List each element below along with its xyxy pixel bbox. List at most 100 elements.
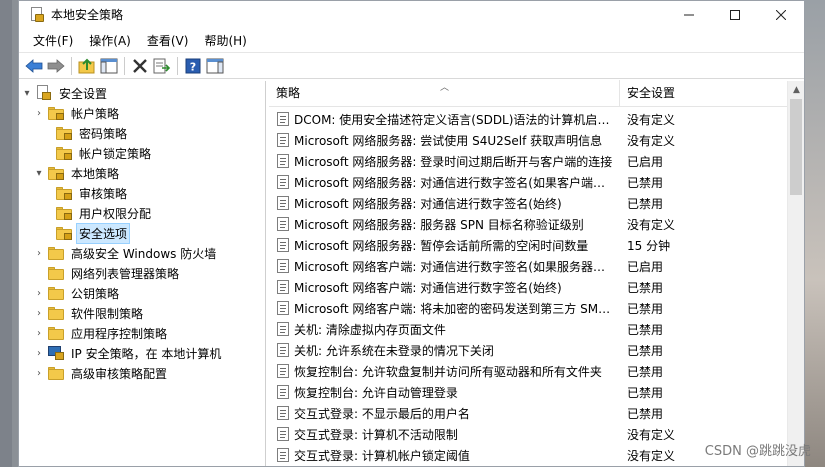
table-row[interactable]: Microsoft 网络服务器: 对通信进行数字签名(始终) 已禁用 [269,193,788,214]
folder-icon [48,246,64,260]
policy-name: 恢复控制台: 允许软盘复制并访问所有驱动器和所有文件夹 [294,365,602,379]
menu-help[interactable]: 帮助(H) [198,32,252,49]
tree-item-local-policies[interactable]: ▾ 本地策略 [19,163,265,183]
help-button[interactable]: ? [182,55,204,77]
close-button[interactable] [758,1,804,28]
tree-item-user-rights-assignment[interactable]: 用户权限分配 [19,203,265,223]
policy-rows: DCOM: 使用安全描述符定义语言(SDDL)语法的计算机启动... 没有定义 Mi… [269,109,788,466]
table-row[interactable]: 恢复控制台: 允许自动管理登录 已禁用 [269,382,788,403]
menu-action[interactable]: 操作(A) [83,32,137,49]
table-row[interactable]: 交互式登录: 不显示最后的用户名 已禁用 [269,403,788,424]
expand-arrow-icon[interactable]: › [33,107,45,119]
delete-x-icon [133,58,147,73]
tree-item-ip-security-policies[interactable]: › IP 安全策略，在 本地计算机 [19,343,265,363]
expand-arrow-icon[interactable]: › [33,367,45,379]
export-list-button[interactable] [151,55,173,77]
policy-setting-icon [277,259,291,274]
table-row[interactable]: Microsoft 网络客户端: 将未加密的密码发送到第三方 SMB... 已禁用 [269,298,788,319]
toolbar-separator [71,56,72,75]
table-row[interactable]: Microsoft 网络服务器: 登录时间过期后断开与客户端的连接 已启用 [269,151,788,172]
show-action-pane-button[interactable] [204,55,226,77]
policy-cell: Microsoft 网络客户端: 对通信进行数字签名(如果服务器允... [269,258,620,275]
security-policy-icon [29,6,45,23]
back-button[interactable] [23,55,45,77]
svg-text:?: ? [190,60,196,73]
policy-cell: Microsoft 网络服务器: 对通信进行数字签名(始终) [269,195,620,212]
tree-item-security-settings[interactable]: ▾ 安全设置 [19,83,265,103]
tree-label: 安全选项 [76,222,131,244]
tree-label: 安全设置 [59,86,108,101]
folder-up-icon [78,58,95,73]
policy-cell: 关机: 允许系统在未登录的情况下关闭 [269,342,620,359]
forward-button[interactable] [45,55,67,77]
delete-button[interactable] [129,55,151,77]
table-row[interactable]: DCOM: 使用安全描述符定义语言(SDDL)语法的计算机启动... 没有定义 [269,109,788,130]
table-row[interactable]: 恢复控制台: 允许软盘复制并访问所有驱动器和所有文件夹 已禁用 [269,361,788,382]
tree-item-windows-firewall[interactable]: › 高级安全 Windows 防火墙 [19,243,265,263]
collapse-arrow-icon[interactable]: ▾ [33,167,45,179]
policy-name: Microsoft 网络服务器: 暂停会话前所需的空闲时间数量 [294,239,589,253]
scrollbar-thumb[interactable] [790,99,802,195]
table-row[interactable]: Microsoft 网络服务器: 暂停会话前所需的空闲时间数量 15 分钟 [269,235,788,256]
tree-item-application-control[interactable]: › 应用程序控制策略 [19,323,265,343]
policy-cell: DCOM: 使用安全描述符定义语言(SDDL)语法的计算机启动... [269,111,620,128]
menu-view[interactable]: 查看(V) [141,32,195,49]
security-setting-value: 没有定义 [627,449,676,463]
tree-item-advanced-audit[interactable]: › 高级审核策略配置 [19,363,265,383]
table-row[interactable]: Microsoft 网络客户端: 对通信进行数字签名(始终) 已禁用 [269,277,788,298]
minimize-button[interactable] [666,1,712,28]
security-setting-value: 已禁用 [627,365,664,379]
tree-label: 密码策略 [79,126,128,141]
tree-item-software-restriction[interactable]: › 软件限制策略 [19,303,265,323]
policy-list: 策略 ︿ 安全设置 DCOM: 使用安全描述符定义语言(SDDL)语法的计算机启… [269,80,804,466]
up-one-level-button[interactable] [76,55,98,77]
table-row[interactable]: Microsoft 网络服务器: 服务器 SPN 目标名称验证级别 没有定义 [269,214,788,235]
tree-item-account-lockout-policy[interactable]: 帐户锁定策略 [19,143,265,163]
policy-name: Microsoft 网络客户端: 对通信进行数字签名(如果服务器允... [294,260,617,274]
vertical-scrollbar[interactable]: ▲ [787,81,804,466]
table-row[interactable]: 关机: 清除虚拟内存页面文件 已禁用 [269,319,788,340]
policy-cell: Microsoft 网络服务器: 尝试使用 S4U2Self 获取声明信息 [269,132,620,149]
locked-folder-icon [56,226,72,240]
tree-item-audit-policy[interactable]: 审核策略 [19,183,265,203]
locked-folder-icon [48,106,64,120]
expand-arrow-icon[interactable]: › [33,347,45,359]
security-setting-value: 没有定义 [627,218,676,232]
table-row[interactable]: Microsoft 网络客户端: 对通信进行数字签名(如果服务器允... 已启用 [269,256,788,277]
expand-arrow-icon[interactable]: › [33,307,45,319]
column-header-security-setting[interactable]: 安全设置 [620,80,770,106]
tree-item-network-list-manager[interactable]: 网络列表管理器策略 [19,263,265,283]
menu-file[interactable]: 文件(F) [27,32,79,49]
tree-item-password-policy[interactable]: 密码策略 [19,123,265,143]
tree-item-security-options[interactable]: 安全选项 [19,222,265,244]
tree-label: 帐户策略 [71,106,120,121]
policy-cell: 交互式登录: 不显示最后的用户名 [269,405,620,422]
tree-item-account-policies[interactable]: › 帐户策略 [19,103,265,123]
policy-cell: Microsoft 网络服务器: 服务器 SPN 目标名称验证级别 [269,216,620,233]
table-row[interactable]: Microsoft 网络服务器: 对通信进行数字签名(如果客户端允... 已禁用 [269,172,788,193]
policy-name: Microsoft 网络服务器: 尝试使用 S4U2Self 获取声明信息 [294,134,603,148]
policy-name: 关机: 允许系统在未登录的情况下关闭 [294,344,494,358]
security-setting-value: 已启用 [627,155,664,169]
export-list-icon [153,58,171,73]
policy-setting-icon [277,154,291,169]
scroll-up-icon[interactable]: ▲ [788,83,804,97]
column-header-label: 策略 [276,86,301,100]
forward-arrow-icon [47,58,65,73]
policy-name: 交互式登录: 计算机帐户锁定阈值 [294,449,470,463]
policy-cell: Microsoft 网络服务器: 登录时间过期后断开与客户端的连接 [269,153,620,170]
table-row[interactable]: Microsoft 网络服务器: 尝试使用 S4U2Self 获取声明信息 没有定… [269,130,788,151]
show-hide-console-tree-button[interactable] [98,55,120,77]
collapse-arrow-icon[interactable]: ▾ [21,87,33,99]
expand-arrow-icon[interactable]: › [33,327,45,339]
policy-cell: Microsoft 网络客户端: 将未加密的密码发送到第三方 SMB... [269,300,620,317]
window-title: 本地安全策略 [51,8,124,22]
tree-label: 应用程序控制策略 [71,326,168,341]
policy-cell: 恢复控制台: 允许软盘复制并访问所有驱动器和所有文件夹 [269,363,620,380]
maximize-button[interactable] [712,1,758,28]
table-row[interactable]: 关机: 允许系统在未登录的情况下关闭 已禁用 [269,340,788,361]
tree-item-public-key-policies[interactable]: › 公钥策略 [19,283,265,303]
expand-arrow-icon[interactable]: › [33,287,45,299]
column-header-policy[interactable]: 策略 ︿ [269,80,620,106]
expand-arrow-icon[interactable]: › [33,247,45,259]
